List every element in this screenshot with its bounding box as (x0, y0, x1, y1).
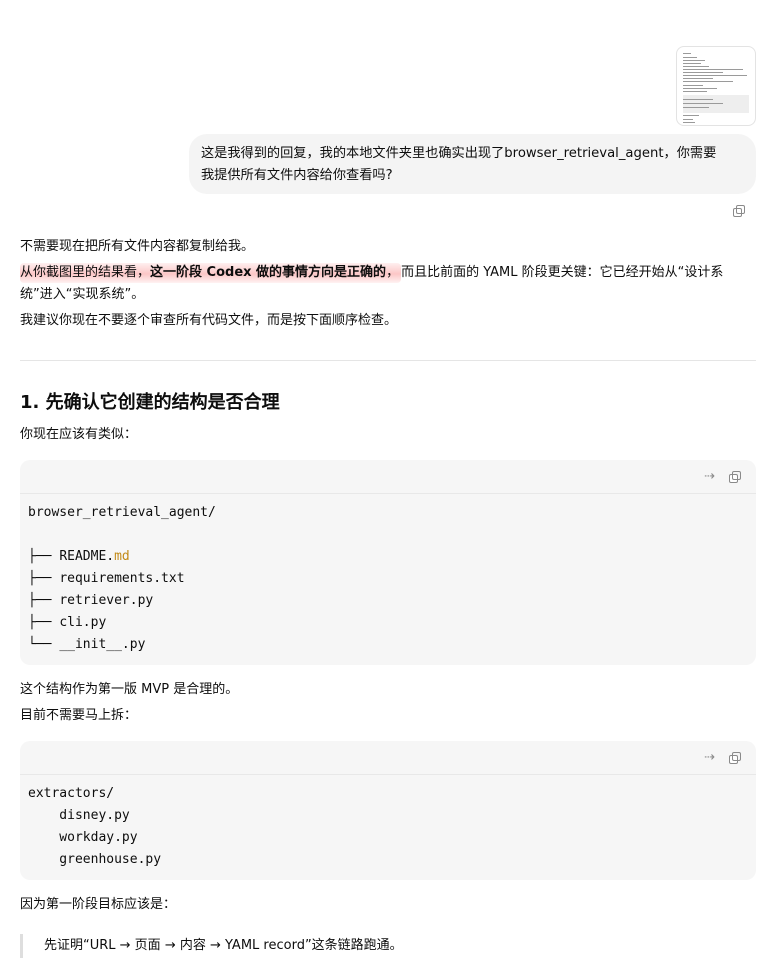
tree-entry: ├── README.md (28, 546, 748, 568)
assistant-paragraph-3: 我建议你现在不要逐个审查所有代码文件，而是按下面顺序检查。 (20, 313, 398, 328)
highlight-end: ， (386, 265, 400, 280)
assistant-paragraph-1: 不需要现在把所有文件内容都复制给我。 (20, 239, 255, 254)
attached-image-thumbnail[interactable] (676, 46, 756, 126)
copy-code-button[interactable] (727, 750, 743, 766)
section-1-intro: 你现在应该有类似： (20, 427, 138, 442)
assistant-paragraph-2-line2: 统”进入“实现系统”。 (20, 287, 145, 302)
assistant-paragraph-6: 因为第一阶段目标应该是： (20, 897, 177, 912)
highlighted-text: 从你截图里的结果看，这一阶段 Codex 做的事情方向是正确的， (20, 263, 402, 283)
code-content: browser_retrieval_agent/ ├── README.md ├… (20, 494, 756, 656)
file-name: requirements.txt (59, 571, 185, 586)
assistant-paragraph-5: 目前不需要马上拆： (20, 708, 138, 723)
tree-entry: ├── retriever.py (28, 590, 748, 612)
file-name: cli.py (59, 615, 107, 630)
highlight-start: 从你截图里的结果看， (20, 265, 151, 280)
code-block-2: ⇢ extractors/ disney.py workday.py green… (20, 741, 756, 880)
highlight-bold: 这一阶段 Codex 做的事情方向是正确的 (150, 265, 387, 280)
assistant-paragraph-2: 从你截图里的结果看，这一阶段 Codex 做的事情方向是正确的， 而且比前面的 Y… (20, 262, 723, 284)
section-heading-1: 1. 先确认它创建的结构是否合理 (20, 392, 280, 413)
tree-prefix: ├── (28, 615, 60, 630)
code-content: extractors/ disney.py workday.py greenho… (20, 775, 756, 871)
tree-entry: ├── requirements.txt (28, 568, 748, 590)
user-message-line1: 这是我得到的回复，我的本地文件夹里也确实出现了browser_retrieval… (201, 146, 717, 161)
copy-message-button[interactable] (731, 203, 747, 219)
code-line: workday.py (28, 830, 138, 845)
file-name: README. (59, 549, 115, 564)
wrap-icon[interactable]: ⇢ (704, 751, 715, 765)
copy-code-button[interactable] (727, 469, 743, 485)
tree-prefix: ├── (28, 549, 60, 564)
paragraph-2-rest: 而且比前面的 YAML 阶段更关键：它已经开始从“设计系 (401, 265, 724, 280)
code-line: browser_retrieval_agent/ (28, 505, 216, 520)
code-line: disney.py (28, 808, 130, 823)
code-block-header: ⇢ (20, 460, 756, 494)
divider (20, 360, 756, 361)
tree-prefix: └── (28, 637, 60, 652)
user-message-bubble: 这是我得到的回复，我的本地文件夹里也确实出现了browser_retrieval… (189, 134, 756, 194)
assistant-paragraph-4: 这个结构作为第一版 MVP 是合理的。 (20, 682, 239, 697)
tree-prefix: ├── (28, 593, 60, 608)
code-block-1: ⇢ browser_retrieval_agent/ ├── README.md… (20, 460, 756, 665)
file-name: __init__.py (59, 637, 146, 652)
tree-entry: └── __init__.py (28, 634, 748, 656)
code-block-header: ⇢ (20, 741, 756, 775)
file-extension: md (114, 549, 130, 564)
code-line: greenhouse.py (28, 852, 162, 867)
tree-prefix: ├── (28, 571, 60, 586)
file-name: retriever.py (59, 593, 154, 608)
blockquote: 先证明“URL → 页面 → 内容 → YAML record”这条链路跑通。 (20, 934, 403, 958)
user-message-line2: 我提供所有文件内容给你查看吗? (201, 168, 393, 183)
wrap-icon[interactable]: ⇢ (704, 470, 715, 484)
code-line: extractors/ (28, 786, 115, 801)
tree-entry: ├── cli.py (28, 612, 748, 634)
